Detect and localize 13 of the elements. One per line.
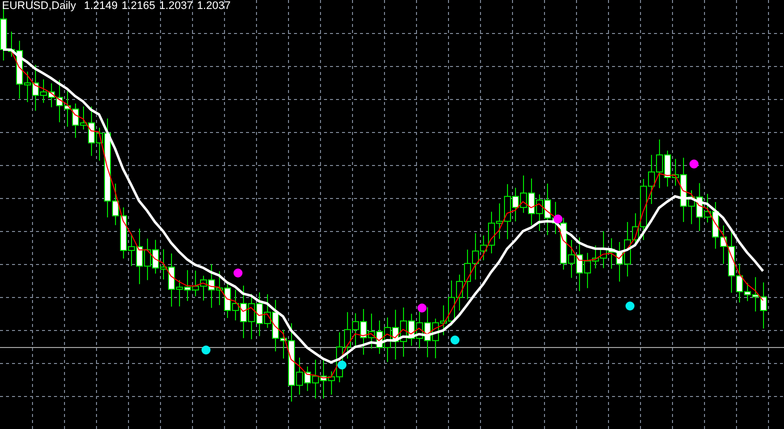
signal-dot xyxy=(554,214,562,224)
signal-dot xyxy=(418,304,426,312)
price-value: 1.2149 xyxy=(84,0,118,13)
signal-dot xyxy=(338,360,346,370)
signal-dot xyxy=(202,346,210,354)
price-value: 1.2037 xyxy=(159,0,193,13)
signal-dot xyxy=(450,336,460,344)
signal-dot xyxy=(234,268,242,278)
price-value: 1.2037 xyxy=(196,0,231,13)
price-value: 1.2165 xyxy=(122,0,156,13)
signal-dot xyxy=(626,302,634,310)
signal-dot xyxy=(690,160,698,168)
chart-title: EURUSD,Daily xyxy=(2,0,76,13)
